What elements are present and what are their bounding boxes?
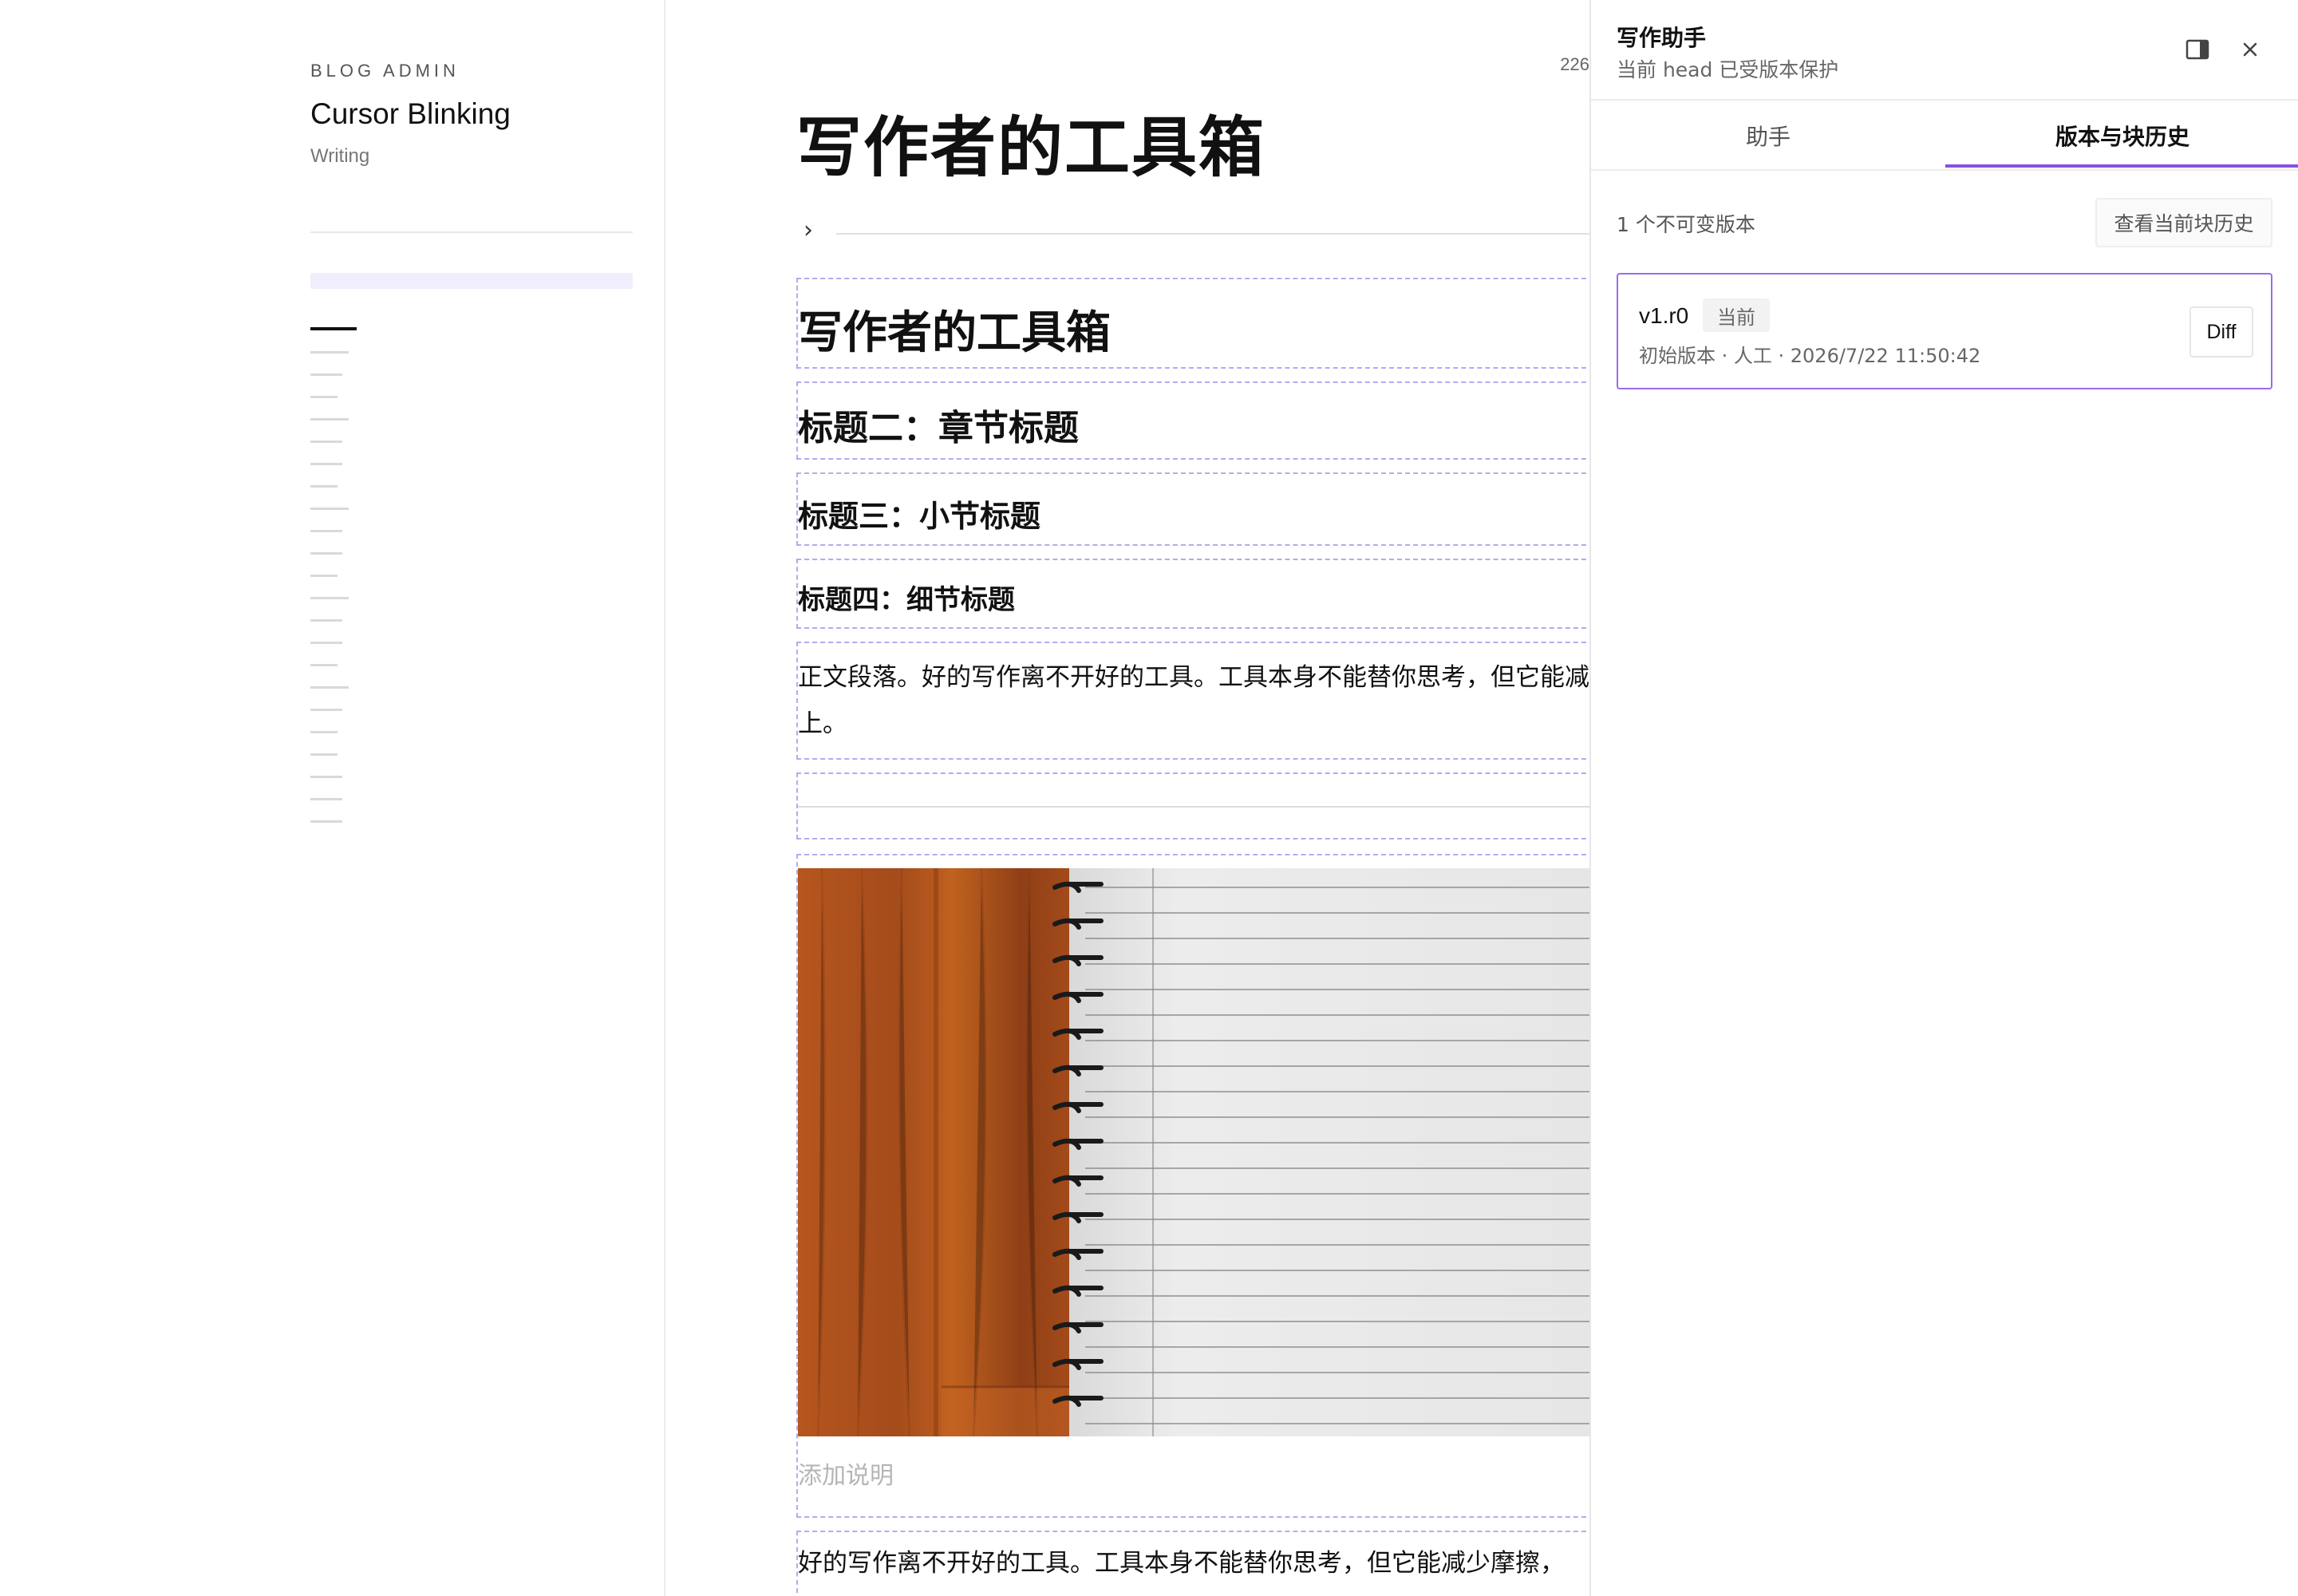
- nav-item[interactable]: [310, 798, 342, 800]
- nav-item[interactable]: [310, 552, 342, 555]
- version-name: v1.r0: [1639, 303, 1689, 328]
- nav-item[interactable]: [310, 463, 342, 465]
- version-meta: 初始版本 · 人工 · 2026/7/22 11:50:42: [1639, 345, 1981, 367]
- sidebar-layout-icon[interactable]: [2180, 32, 2215, 67]
- paragraph-line[interactable]: 上。: [798, 701, 847, 747]
- nav-item[interactable]: [310, 776, 342, 778]
- sidebar: BLOG ADMIN Cursor Blinking Writing: [0, 0, 665, 1596]
- nav-item[interactable]: [310, 373, 342, 376]
- active-tab-indicator: [1945, 164, 2298, 168]
- panel-subtitle: 当前 head 已受版本保护: [1617, 58, 1839, 81]
- view-block-history-button[interactable]: 查看当前块历史: [2095, 198, 2272, 247]
- nav-item[interactable]: [310, 485, 338, 488]
- heading3-block[interactable]: 标题三：小节标题: [796, 472, 1589, 546]
- paragraph-line[interactable]: 正文段落。好的写作离不开好的工具。工具本身不能替你思考，但它能减少摩擦，: [798, 654, 1589, 701]
- version-count: 1 个不可变版本: [1617, 213, 1755, 236]
- section-label: Writing: [310, 145, 370, 167]
- nav-item[interactable]: [310, 731, 338, 733]
- toc-divider: [836, 233, 1589, 235]
- current-badge: 当前: [1703, 298, 1770, 332]
- brand-eyebrow: BLOG ADMIN: [310, 61, 460, 81]
- heading1-block[interactable]: 写作者的工具箱: [796, 278, 1589, 369]
- word-count: 226: [1560, 54, 1589, 74]
- tabs-divider: [1591, 169, 2298, 171]
- nav-item[interactable]: [310, 597, 349, 599]
- site-title[interactable]: Cursor Blinking: [310, 97, 511, 131]
- nav-item[interactable]: [310, 351, 349, 354]
- panel-title: 写作助手: [1617, 25, 1707, 51]
- heading3-text[interactable]: 标题三：小节标题: [798, 492, 1040, 535]
- sidebar-divider: [310, 231, 633, 233]
- nav-item[interactable]: [310, 686, 349, 689]
- nav-item[interactable]: [310, 508, 349, 510]
- nav-item[interactable]: [310, 820, 342, 823]
- diff-button[interactable]: Diff: [2189, 306, 2253, 358]
- paragraph-line[interactable]: 好的写作离不开好的工具。工具本身不能替你思考，但它能减少摩擦，: [798, 1540, 1565, 1586]
- nav-item[interactable]: [310, 530, 342, 532]
- document-title[interactable]: 写作者的工具箱: [796, 94, 1265, 189]
- sidebar-search-bar[interactable]: [310, 273, 633, 289]
- nav-item[interactable]: [310, 619, 342, 622]
- image-block[interactable]: 添加说明: [796, 854, 1589, 1518]
- heading2-block[interactable]: 标题二：章节标题: [796, 381, 1589, 460]
- nav-item[interactable]: [310, 664, 338, 666]
- heading4-text[interactable]: 标题四：细节标题: [798, 578, 1015, 617]
- paragraph-block[interactable]: 正文段落。好的写作离不开好的工具。工具本身不能替你思考，但它能减少摩擦， 上。: [796, 642, 1589, 760]
- nav-item[interactable]: [310, 575, 338, 577]
- close-icon[interactable]: [2233, 32, 2268, 67]
- nav-item[interactable]: [310, 396, 338, 398]
- notebook-image[interactable]: [798, 868, 1589, 1436]
- nav-item[interactable]: [310, 753, 338, 756]
- chevron-right-icon[interactable]: ›: [796, 219, 820, 243]
- nav-item[interactable]: [310, 418, 349, 421]
- paragraph-line[interactable]: 笔、数字工具、自动化、工作流四个维度，梳理一套实用的写作者工具: [798, 1586, 1565, 1596]
- heading4-block[interactable]: 标题四：细节标题: [796, 559, 1589, 629]
- heading1-text[interactable]: 写作者的工具箱: [798, 297, 1111, 361]
- nav-item[interactable]: [310, 709, 342, 711]
- writing-assistant-panel: 写作助手 当前 head 已受版本保护 助手 版本与块历史 1 个不可变版本 查…: [1589, 0, 2298, 1596]
- image-caption-input[interactable]: 添加说明: [798, 1456, 894, 1491]
- heading2-text[interactable]: 标题二：章节标题: [798, 399, 1079, 450]
- nav-item[interactable]: [310, 642, 342, 644]
- editor: 226 写作者的工具箱 › 写作者的工具箱 标题二：章节标题 标题三：小节标题 …: [667, 0, 1589, 1596]
- nav-item-active[interactable]: [310, 327, 357, 330]
- paragraph-block[interactable]: 好的写作离不开好的工具。工具本身不能替你思考，但它能减少摩擦， 笔、数字工具、自…: [796, 1531, 1589, 1596]
- divider-block[interactable]: [796, 772, 1589, 839]
- nav-item[interactable]: [310, 440, 342, 443]
- sidebar-nav-minimap[interactable]: [310, 327, 374, 838]
- tab-versions-history[interactable]: 版本与块历史: [1945, 101, 2298, 171]
- version-card[interactable]: v1.r0 当前 初始版本 · 人工 · 2026/7/22 11:50:42 …: [1617, 273, 2272, 389]
- horizontal-rule: [798, 806, 1589, 808]
- tab-assistant[interactable]: 助手: [1591, 101, 1945, 171]
